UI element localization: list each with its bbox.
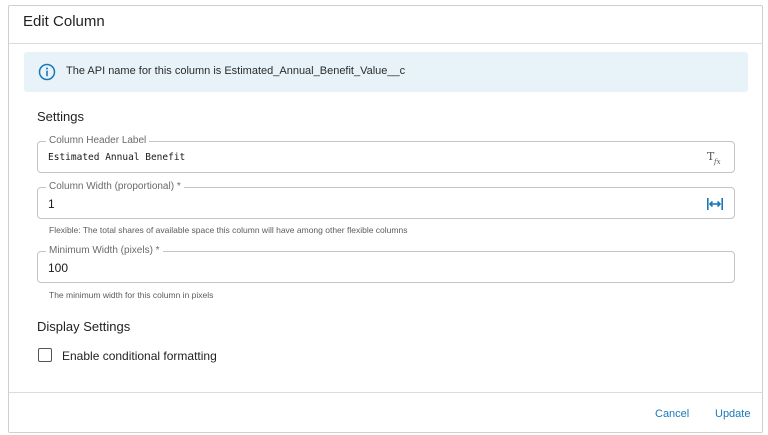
conditional-formatting-label[interactable]: Enable conditional formatting xyxy=(62,349,217,363)
column-header-label-label: Column Header Label xyxy=(46,135,150,147)
resize-horizontal-icon[interactable] xyxy=(706,195,724,213)
info-icon xyxy=(38,63,56,81)
display-settings-heading: Display Settings xyxy=(37,319,131,334)
column-header-label-value[interactable]: Estimated Annual Benefit xyxy=(48,152,185,163)
settings-heading: Settings xyxy=(37,109,84,124)
dialog-footer: Cancel Update xyxy=(9,392,762,434)
cancel-button[interactable]: Cancel xyxy=(655,408,689,420)
column-header-label-field[interactable]: Column Header Label Estimated Annual Ben… xyxy=(37,135,735,173)
api-name-text: The API name for this column is Estimate… xyxy=(66,65,406,77)
column-width-helper: Flexible: The total shares of available … xyxy=(49,225,408,235)
minimum-width-helper: The minimum width for this column in pix… xyxy=(49,290,214,300)
dialog-header: Edit Column xyxy=(9,6,762,44)
clear-formatting-icon[interactable]: T fx xyxy=(706,149,724,167)
minimum-width-value[interactable]: 100 xyxy=(48,261,68,275)
conditional-formatting-checkbox[interactable] xyxy=(38,348,52,362)
svg-text:fx: fx xyxy=(713,158,721,166)
minimum-width-label: Minimum Width (pixels) * xyxy=(46,245,163,257)
column-width-label: Column Width (proportional) * xyxy=(46,181,184,193)
api-name-info-banner: The API name for this column is Estimate… xyxy=(24,52,748,92)
minimum-width-field[interactable]: Minimum Width (pixels) * 100 xyxy=(37,245,735,283)
column-width-field[interactable]: Column Width (proportional) * 1 xyxy=(37,181,735,219)
dialog-title: Edit Column xyxy=(23,13,105,30)
update-button[interactable]: Update xyxy=(715,408,750,420)
column-width-value[interactable]: 1 xyxy=(48,197,55,211)
edit-column-dialog: Edit Column The API name for this column… xyxy=(8,5,763,433)
